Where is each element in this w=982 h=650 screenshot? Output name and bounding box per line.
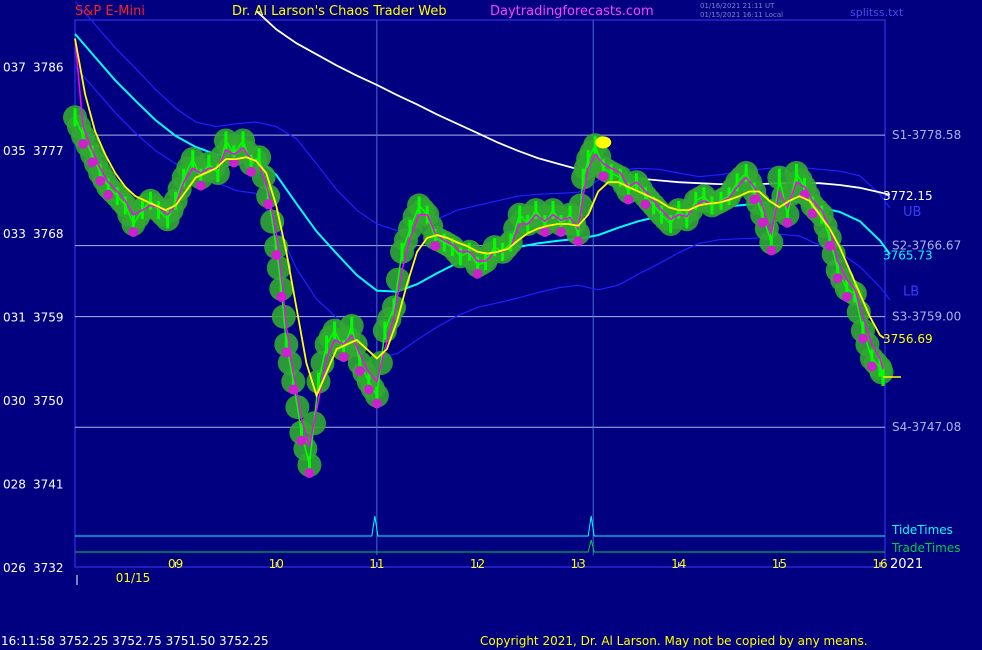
right-value-label: 3765.73 (883, 248, 933, 262)
down-marker-dot (338, 352, 349, 363)
down-marker-dot (866, 361, 877, 372)
down-marker-dot (598, 171, 609, 182)
y-tick-left-label: 031 (3, 311, 26, 325)
y-tick-left-label: 037 (3, 60, 26, 74)
down-marker-dot (371, 398, 382, 409)
down-marker-dot (782, 217, 793, 228)
down-marker-dot (857, 333, 868, 344)
down-marker-dot (195, 180, 206, 191)
down-marker-dot (354, 366, 365, 376)
down-marker-dot (296, 435, 307, 446)
band-label-lb: LB (903, 285, 919, 300)
down-marker-dot (246, 166, 257, 177)
y-tick-label: 3759 (33, 311, 64, 325)
instrument-title: S&P E-Mini (75, 4, 145, 19)
x-tick-label: 12 (470, 557, 485, 571)
x-tick-label: 16 (872, 557, 887, 571)
price-chart[interactable]: 037 3786 035 3777 033 3768 031 3759 030 3750 028 37… (0, 0, 982, 650)
down-marker-dot (95, 176, 106, 186)
timestamp-local: 01/15/2021 16:11 Local (700, 11, 784, 19)
plot-frame (74, 19, 886, 568)
down-marker-dot (841, 291, 852, 302)
down-marker-dot (573, 236, 584, 247)
down-marker-dot (304, 468, 315, 478)
level-label-s4: S4-3747.08 (892, 420, 961, 434)
timing-row-label: TradeTimes (891, 541, 960, 555)
level-label-s1: S1-3778.58 (892, 128, 961, 142)
timing-row-tradetimes (75, 539, 885, 553)
y-tick-left-label: 030 (3, 394, 26, 408)
down-marker-dot (832, 273, 843, 284)
x-tick-label: 09 (168, 557, 183, 571)
y-tick-left-label: 033 (3, 227, 26, 241)
down-marker-dot (430, 240, 441, 251)
x-tick-label: 10 (269, 557, 284, 571)
data-file-name: splitss.txt (850, 6, 904, 19)
down-marker-dot (128, 227, 139, 237)
author-title: Dr. Al Larson's Chaos Trader Web (232, 4, 447, 19)
down-marker-dot (472, 268, 483, 279)
x-tick-label: 11 (369, 557, 384, 571)
x-date-label: 01/15 (116, 571, 151, 585)
down-marker-dot (757, 217, 768, 228)
level-label-s3: S3-3759.00 (892, 310, 961, 324)
down-marker-dot (623, 194, 634, 205)
right-value-label: 3756.69 (883, 332, 933, 346)
timing-row-tidetimes (75, 515, 885, 537)
down-marker-dot (276, 291, 287, 302)
down-marker-dot (766, 245, 777, 256)
y-tick-label: 3750 (33, 394, 64, 408)
x-tick-label: 15 (772, 557, 787, 571)
x-tick-label: 14 (671, 557, 686, 571)
y-tick-label: 3768 (33, 227, 64, 241)
site-link[interactable]: Daytradingforecasts.com (490, 4, 654, 19)
timing-row-label: TideTimes (891, 523, 953, 537)
down-marker-dot (103, 189, 114, 200)
down-marker-dot (556, 227, 566, 237)
y-tick-label: 3732 (33, 561, 64, 575)
down-marker-dot (640, 199, 651, 210)
x-tick-label: 13 (570, 557, 585, 571)
y-tick-label: 3777 (33, 144, 64, 158)
y-tick-left-label: 028 (3, 478, 26, 492)
right-value-label: 3772.15 (883, 189, 933, 203)
down-marker-dot (363, 384, 374, 395)
timestamp-ut: 01/16/2021 21:11 UT (700, 2, 775, 10)
band-label-ub: UB (903, 205, 921, 220)
last-quote: 16:11:58 3752.25 3752.75 3751.50 3752.25 (1, 634, 269, 648)
y-tick-label: 3741 (33, 478, 64, 492)
x-year-label: 2021 (890, 557, 923, 572)
down-marker-dot (78, 138, 88, 149)
copyright-notice: Copyright 2021, Dr. Al Larson. May not b… (480, 634, 868, 648)
y-tick-left-label: 035 (3, 144, 26, 158)
y-tick-left-label: 026 (3, 561, 26, 575)
top-marker-dot (595, 136, 612, 149)
y-tick-label: 3786 (33, 60, 64, 74)
